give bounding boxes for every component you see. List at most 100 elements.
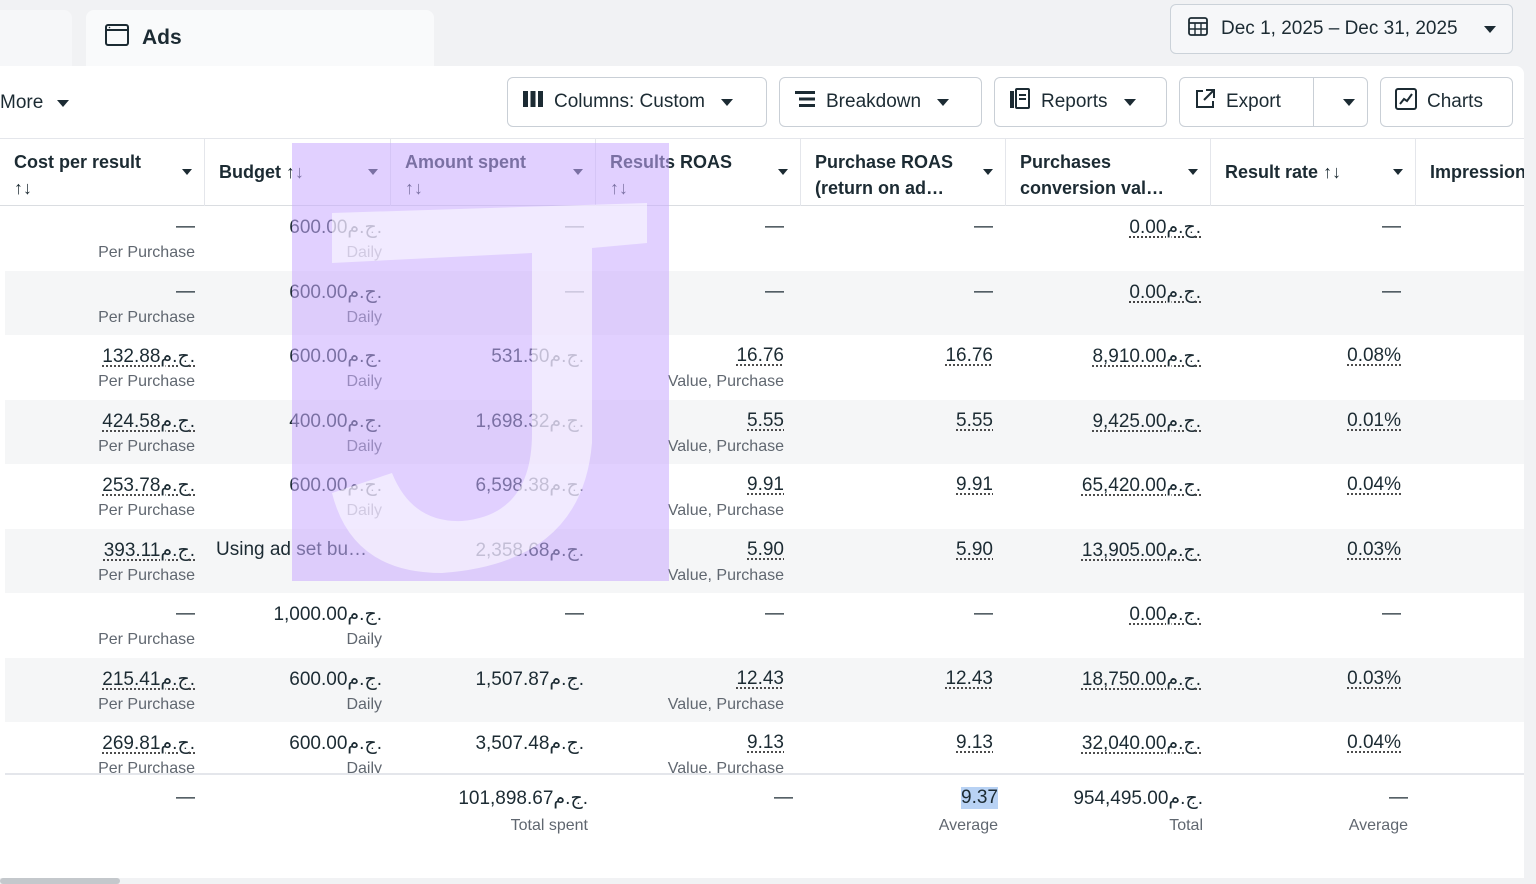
cell-value: 531.50ج.م. (491, 346, 584, 367)
cell-value[interactable]: 12.43 (945, 668, 993, 690)
cell-purchases-conversion-value: 0.00ج.م. (1011, 593, 1201, 657)
column-header-impressions[interactable]: Impression (1416, 139, 1524, 206)
cell-result-rate: — (1216, 593, 1401, 657)
chevron-down-icon (57, 99, 70, 107)
table-row[interactable]: — Per Purchase 600.00ج.م. Daily — — — 0.00ج.م. — (5, 206, 1524, 271)
cell-value[interactable]: 0.00ج.م. (1129, 603, 1201, 626)
cell-value[interactable]: 0.04% (1347, 474, 1401, 496)
cell-purchase-roas: — (806, 206, 993, 270)
column-header-purchases-conversion-value[interactable]: Purchases conversion val… (1006, 139, 1211, 206)
cell-subtext: Daily (346, 695, 382, 713)
chevron-down-icon[interactable] (182, 169, 192, 175)
chevron-down-icon[interactable] (983, 169, 993, 175)
sort-icon[interactable]: ↑↓ (405, 175, 581, 201)
column-header-results-roas[interactable]: Results ROAS ↑↓ (596, 139, 801, 206)
chevron-down-icon (721, 98, 733, 106)
reports-button[interactable]: Reports (994, 77, 1167, 127)
export-options-button[interactable] (1324, 98, 1367, 106)
charts-button[interactable]: Charts (1380, 77, 1513, 127)
table-row[interactable]: — Per Purchase 600.00ج.م. Daily — — — 0.00ج.م. — (5, 270, 1524, 335)
cell-value[interactable]: 16.76 (736, 345, 784, 367)
sort-icon[interactable]: ↑↓ (1323, 162, 1341, 182)
cell-value[interactable]: 0.00ج.م. (1129, 281, 1201, 304)
sort-icon[interactable]: ↑↓ (610, 175, 786, 201)
cell-value[interactable]: 18,750.00ج.م. (1082, 668, 1201, 691)
summary-result-rate: — Average (1216, 775, 1408, 865)
cell-value[interactable]: 9.13 (747, 732, 784, 754)
cell-value[interactable]: 5.55 (956, 410, 993, 432)
table-row[interactable]: 424.58ج.م. Per Purchase 400.00ج.م. Daily 1,6… (5, 399, 1524, 464)
cell-value[interactable]: 0.08% (1347, 345, 1401, 367)
cell-value[interactable]: 9.91 (747, 474, 784, 496)
cell-value[interactable]: 9,425.00ج.م. (1092, 410, 1201, 433)
cell-value[interactable]: 0.04% (1347, 732, 1401, 754)
chevron-down-icon[interactable] (573, 169, 583, 175)
table-row[interactable]: 215.41ج.م. Per Purchase 600.00ج.م. Daily 1,5… (5, 657, 1524, 722)
cell-value[interactable]: 9.13 (956, 732, 993, 754)
table-row[interactable]: 393.11ج.م. Per Purchase Using ad set bu… 2,… (5, 528, 1524, 593)
table-row[interactable]: — Per Purchase 1,000.00ج.م. Daily — — — 0.00ج.م… (5, 593, 1524, 658)
cell-value[interactable]: 9.91 (956, 474, 993, 496)
sort-icon[interactable]: ↑↓ (286, 162, 304, 182)
cell-purchases-conversion-value: 9,425.00ج.م. (1011, 400, 1201, 464)
horizontal-scrollbar[interactable] (0, 878, 1524, 884)
cell-value: — (176, 603, 195, 624)
cell-value[interactable]: 13,905.00ج.م. (1082, 539, 1201, 562)
cell-value[interactable]: 16.76 (945, 345, 993, 367)
cell-value[interactable]: 0.01% (1347, 410, 1401, 432)
cell-purchases-conversion-value: 0.00ج.م. (1011, 271, 1201, 335)
chevron-down-icon[interactable] (778, 169, 788, 175)
cell-value[interactable]: 132.88ج.م. (102, 345, 195, 368)
cell-results-roas: 9.91 Value, Purchase (601, 464, 784, 528)
cell-value[interactable]: 32,040.00ج.م. (1082, 732, 1201, 755)
cell-value[interactable]: 65,420.00ج.م. (1082, 474, 1201, 497)
breakdown-button[interactable]: Breakdown (779, 77, 982, 127)
cell-result-rate: 0.04% (1216, 464, 1401, 528)
cell-value[interactable]: 0.03% (1347, 668, 1401, 690)
cell-value: — (765, 216, 784, 237)
tab-ads[interactable]: Ads (86, 10, 434, 66)
chevron-down-icon[interactable] (368, 169, 378, 175)
summary-value-selected[interactable]: 9.37 (961, 787, 998, 809)
more-button[interactable]: More (0, 88, 70, 118)
column-label: Purchase ROAS (return on ad… (815, 152, 954, 198)
summary-value: 954,495.00ج.م. (1073, 788, 1203, 809)
column-header-result-rate[interactable]: Result rate ↑↓ (1211, 139, 1416, 206)
cell-value[interactable]: 393.11ج.م. (104, 539, 195, 562)
cell-subtext: Value, Purchase (667, 502, 784, 519)
reports-icon (1009, 88, 1031, 116)
cell-value[interactable]: 5.90 (956, 539, 993, 561)
column-header-cost-per-result[interactable]: Cost per result ↑↓ (0, 139, 205, 206)
sort-icon[interactable]: ↑↓ (14, 175, 190, 201)
breakdown-icon (794, 89, 816, 115)
tab-previous[interactable] (0, 10, 72, 66)
cell-value[interactable]: 253.78ج.م. (102, 474, 195, 497)
column-header-amount-spent[interactable]: Amount spent ↑↓ (391, 139, 596, 206)
cell-value[interactable]: 0.00ج.م. (1129, 216, 1201, 239)
columns-icon (522, 90, 544, 114)
table-row[interactable]: 253.78ج.م. Per Purchase 600.00ج.م. Daily 6,5… (5, 464, 1524, 529)
table-row[interactable]: 132.88ج.م. Per Purchase 600.00ج.م. Daily 531… (5, 335, 1524, 400)
column-header-budget[interactable]: Budget ↑↓ (205, 139, 391, 206)
cell-value[interactable]: 8,910.00ج.م. (1092, 345, 1201, 368)
cell-value[interactable]: 269.81ج.م. (102, 732, 195, 755)
columns-label: Columns: Custom (554, 91, 705, 112)
columns-button[interactable]: Columns: Custom (507, 77, 767, 127)
cell-value: 6,598.38ج.م. (475, 475, 584, 496)
cell-value[interactable]: 0.03% (1347, 539, 1401, 561)
cell-value[interactable]: 5.55 (747, 410, 784, 432)
chevron-down-icon (1484, 25, 1496, 33)
export-button[interactable]: Export (1180, 78, 1314, 126)
cell-value[interactable]: 424.58ج.م. (102, 410, 195, 433)
cell-value[interactable]: 215.41ج.م. (102, 668, 195, 691)
cell-subtext: Daily (346, 373, 382, 390)
chevron-down-icon[interactable] (1188, 169, 1198, 175)
cell-purchases-conversion-value: 13,905.00ج.م. (1011, 529, 1201, 593)
column-header-purchase-roas[interactable]: Purchase ROAS (return on ad… (801, 139, 1006, 206)
cell-value[interactable]: 5.90 (747, 539, 784, 561)
cell-value: 600.00ج.م. (289, 733, 382, 754)
date-range-picker[interactable]: Dec 1, 2025 – Dec 31, 2025 (1170, 4, 1513, 54)
cell-value[interactable]: 12.43 (736, 668, 784, 690)
chevron-down-icon[interactable] (1393, 169, 1403, 175)
scrollbar-thumb[interactable] (0, 878, 120, 884)
